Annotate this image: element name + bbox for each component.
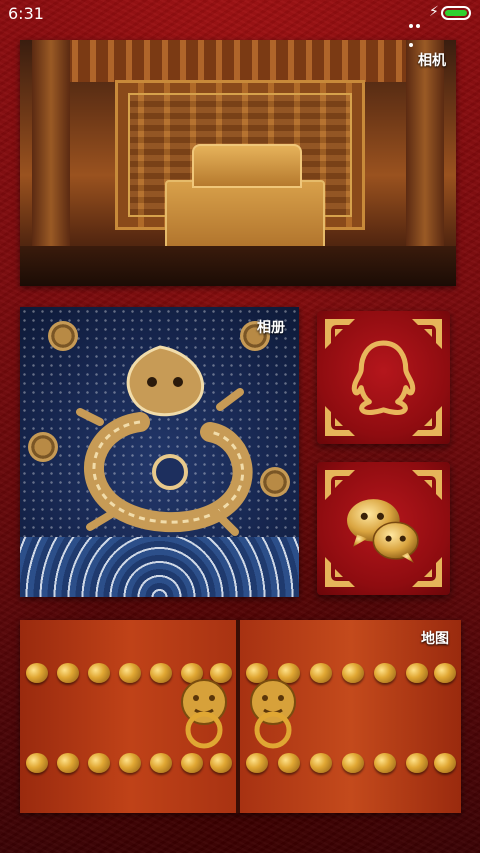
door-stud	[26, 663, 48, 683]
door-stud	[406, 753, 428, 773]
lion-door-knocker-icon	[250, 679, 296, 749]
wave-border	[20, 537, 299, 597]
door-stud	[181, 753, 203, 773]
hall-floor	[20, 246, 456, 286]
map-label: 地图	[421, 631, 449, 647]
golden-dragon-icon	[76, 345, 253, 536]
door-stud	[246, 753, 268, 773]
qq-penguin-icon	[351, 340, 416, 415]
status-time: 6:31	[8, 4, 44, 23]
door-stud	[310, 663, 332, 683]
door-stud	[119, 663, 141, 683]
hall-roof	[60, 40, 416, 82]
album-tile[interactable]: 相册	[20, 307, 299, 597]
lion-door-knocker-icon	[181, 679, 227, 749]
qq-app-button[interactable]	[317, 311, 450, 444]
battery-level	[445, 10, 467, 16]
door-stud	[26, 753, 48, 773]
door-stud	[434, 753, 456, 773]
door-stud	[434, 663, 456, 683]
medallion	[260, 467, 290, 497]
status-bar: 6:31 ⚡	[0, 0, 480, 47]
door-stud	[310, 753, 332, 773]
door-stud	[342, 663, 364, 683]
map-tile[interactable]: 地图	[20, 620, 461, 813]
door-stud	[150, 753, 172, 773]
album-label: 相册	[257, 320, 285, 336]
door-stud	[150, 663, 172, 683]
door-stud	[342, 753, 364, 773]
camera-label: 相机	[418, 53, 446, 69]
door-stud	[278, 753, 300, 773]
wechat-app-button[interactable]	[317, 462, 450, 595]
door-stud	[119, 753, 141, 773]
door-stud	[88, 753, 110, 773]
door-stud	[88, 663, 110, 683]
door-stud	[57, 753, 79, 773]
battery-icon	[441, 6, 471, 20]
door-stud	[374, 753, 396, 773]
door-stud	[57, 663, 79, 683]
door-stud	[210, 753, 232, 773]
door-stud	[406, 663, 428, 683]
door-stud	[374, 663, 396, 683]
signal-dots-icon	[409, 13, 429, 47]
medallion	[28, 432, 58, 462]
door-seam	[236, 620, 240, 813]
camera-tile[interactable]: 相机	[20, 40, 456, 286]
charging-icon: ⚡	[429, 4, 439, 20]
wechat-chat-bubbles-icon	[347, 499, 419, 563]
